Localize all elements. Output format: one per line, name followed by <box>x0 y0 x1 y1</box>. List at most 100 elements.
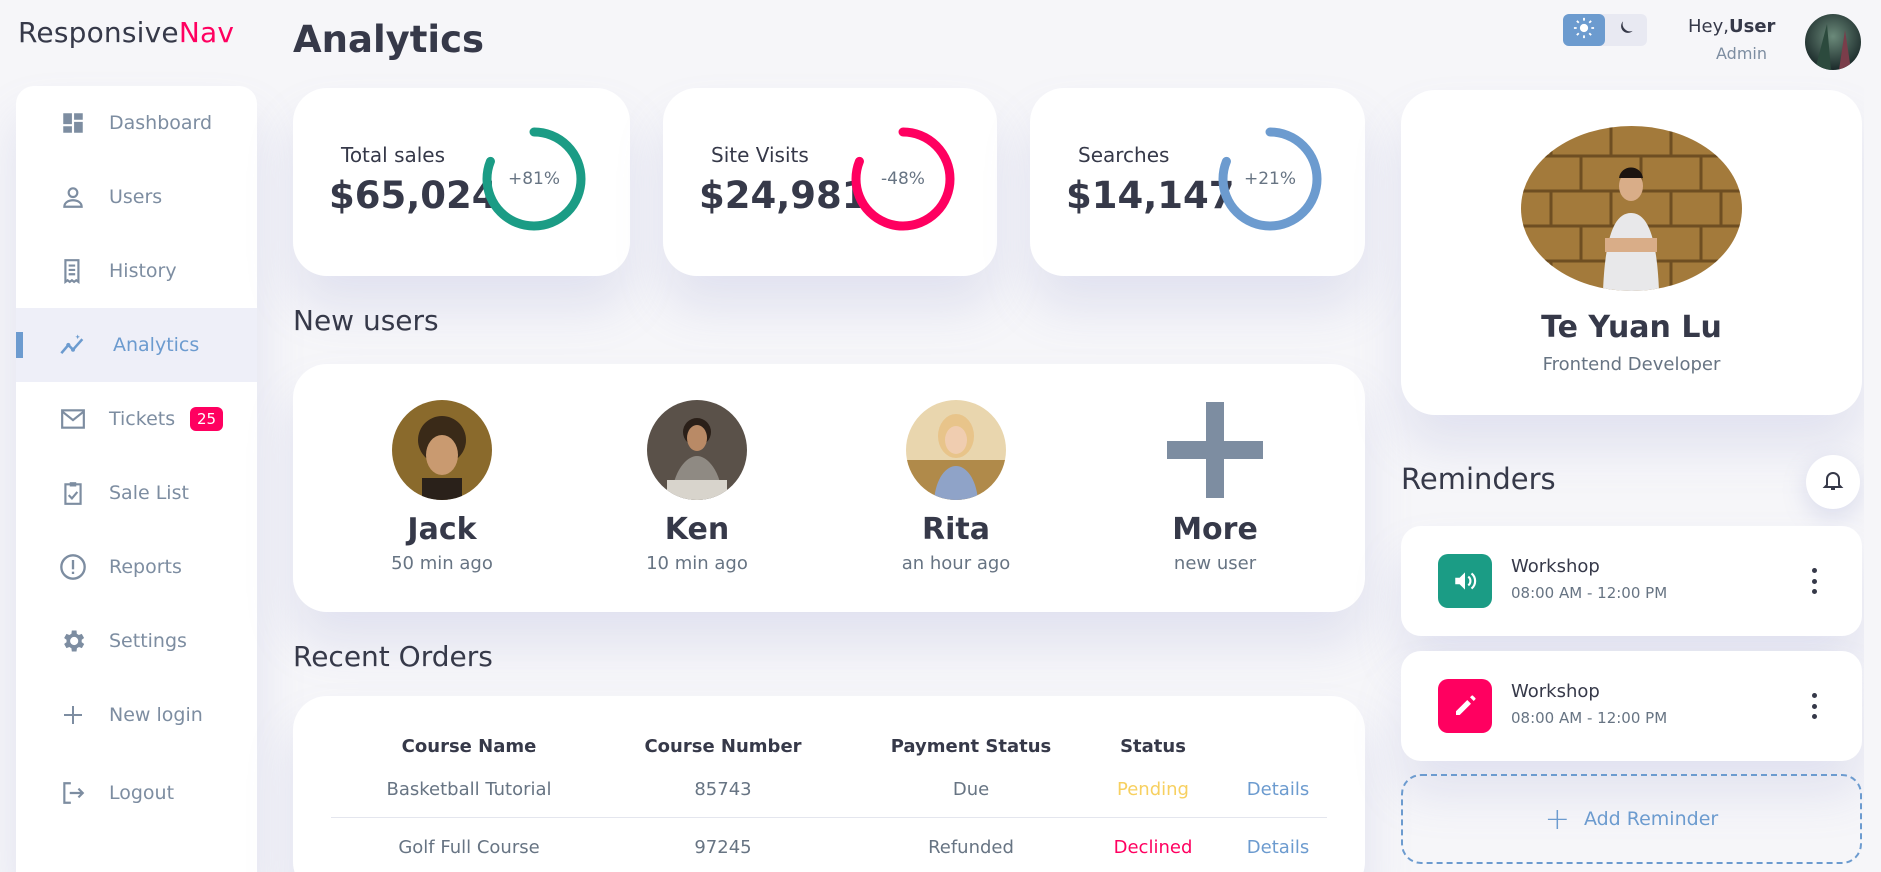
volume-icon <box>1438 554 1492 608</box>
user-time: an hour ago <box>901 553 1011 574</box>
gear-icon <box>58 626 88 656</box>
row-divider <box>331 817 1327 818</box>
brand-name-part2: Nav <box>178 16 235 49</box>
column-header: Payment Status <box>890 736 1052 757</box>
user-name: Ken <box>664 512 730 547</box>
reminders-title: Reminders <box>1401 462 1556 496</box>
status-badge: Pending <box>1117 779 1189 800</box>
sidebar-item-label: History <box>109 260 177 282</box>
sidebar-item-label: Logout <box>109 782 175 804</box>
add-reminder-label: Add Reminder <box>1583 808 1719 830</box>
user-role: Admin <box>1716 44 1767 63</box>
table-cell-course: Basketball Tutorial <box>386 779 552 800</box>
stat-label: Searches <box>1078 143 1170 167</box>
table-cell-payment: Due <box>952 779 990 800</box>
plus-icon <box>58 700 88 730</box>
stat-card-searches: Searches $14,147 +21% <box>1030 88 1365 276</box>
sidebar-item-analytics[interactable]: Analytics <box>16 308 257 382</box>
table-cell-number: 85743 <box>694 779 752 800</box>
table-cell-course: Golf Full Course <box>398 837 540 858</box>
details-link[interactable]: Details <box>1228 779 1328 800</box>
stat-card-site-visits: Site Visits $24,981 -48% <box>663 88 997 276</box>
stat-label: Total sales <box>341 143 446 167</box>
sidebar-item-history[interactable]: History <box>16 234 257 308</box>
reminder-time: 08:00 AM - 12:00 PM <box>1511 584 1668 602</box>
username: User <box>1728 16 1776 37</box>
stat-card-total-sales: Total sales $65,024 +81% <box>293 88 630 276</box>
sidebar-item-users[interactable]: Users <box>16 160 257 234</box>
column-header: Course Number <box>644 736 802 757</box>
notifications-button[interactable] <box>1806 455 1860 509</box>
stat-percent: -48% <box>881 169 925 189</box>
tickets-badge: 25 <box>190 407 224 431</box>
stat-label: Site Visits <box>711 143 809 167</box>
new-users-title: New users <box>293 304 439 337</box>
page-title: Analytics <box>293 18 485 61</box>
profile-card: Te Yuan Lu Frontend Developer <box>1401 90 1862 415</box>
stat-percent: +81% <box>507 169 561 189</box>
clipboard-check-icon <box>58 478 88 508</box>
greeting-text: Hey, <box>1688 16 1729 37</box>
sidebar-item-new-login[interactable]: New login <box>16 678 257 752</box>
sidebar-item-settings[interactable]: Settings <box>16 604 257 678</box>
more-vert-icon[interactable] <box>1804 689 1824 723</box>
add-reminder-button[interactable]: + Add Reminder <box>1401 774 1862 864</box>
bell-icon <box>1821 468 1845 496</box>
avatar <box>647 400 747 500</box>
details-link[interactable]: Details <box>1228 837 1328 858</box>
column-header: Status <box>1120 736 1186 757</box>
user-card-ken[interactable]: Ken 10 min ago <box>597 400 797 574</box>
user-name: Jack <box>407 512 477 547</box>
avatar[interactable] <box>1805 14 1861 70</box>
stat-progress-ring: +21% <box>1215 124 1325 234</box>
status-badge: Declined <box>1113 837 1193 858</box>
more-vert-icon[interactable] <box>1804 564 1824 598</box>
sidebar-item-logout[interactable]: Logout <box>16 756 257 830</box>
dashboard-icon <box>58 108 88 138</box>
stat-progress-ring: -48% <box>848 124 958 234</box>
table-cell-payment: Refunded <box>928 837 1014 858</box>
scrollbar[interactable] <box>1864 0 1881 872</box>
user-time: 10 min ago <box>646 553 748 574</box>
dark-mode-button[interactable] <box>1605 14 1647 46</box>
receipt-icon <box>58 256 88 286</box>
reminder-card[interactable]: Workshop 08:00 AM - 12:00 PM <box>1401 651 1862 761</box>
reminder-card[interactable]: Workshop 08:00 AM - 12:00 PM <box>1401 526 1862 636</box>
user-time: new user <box>1173 553 1257 574</box>
insights-icon <box>58 330 88 360</box>
reminder-time: 08:00 AM - 12:00 PM <box>1511 709 1668 727</box>
report-icon <box>58 552 88 582</box>
user-name: More <box>1172 512 1258 547</box>
user-card-rita[interactable]: Rita an hour ago <box>856 400 1056 574</box>
sidebar-item-dashboard[interactable]: Dashboard <box>16 86 257 160</box>
reminder-name: Workshop <box>1511 556 1600 577</box>
sidebar-item-label: New login <box>109 704 203 726</box>
moon-icon <box>1616 18 1636 42</box>
user-card-jack[interactable]: Jack 50 min ago <box>342 400 542 574</box>
user-card-more[interactable]: More new user <box>1115 400 1315 574</box>
stat-percent: +21% <box>1243 169 1297 189</box>
sidebar-item-tickets[interactable]: Tickets 25 <box>16 382 257 456</box>
greeting: Hey,User <box>1688 16 1775 37</box>
sidebar-item-label: Analytics <box>113 334 200 356</box>
stat-value: $14,147 <box>1066 174 1235 217</box>
light-mode-button[interactable] <box>1563 14 1605 46</box>
brand-name-part1: Responsive <box>18 16 179 49</box>
avatar <box>906 400 1006 500</box>
plus-icon <box>1165 400 1265 500</box>
profile-role: Frontend Developer <box>1542 354 1721 375</box>
sun-icon <box>1573 17 1595 43</box>
column-header: Course Name <box>401 736 537 757</box>
sidebar-item-reports[interactable]: Reports <box>16 530 257 604</box>
theme-toggle[interactable] <box>1563 14 1647 46</box>
sidebar-item-sale-list[interactable]: Sale List <box>16 456 257 530</box>
sidebar-item-label: Reports <box>109 556 182 578</box>
stat-value: $65,024 <box>329 174 498 217</box>
edit-icon <box>1438 679 1492 733</box>
mail-icon <box>58 404 88 434</box>
logout-icon <box>58 778 88 808</box>
brand-logo: ResponsiveNav <box>18 16 234 49</box>
recent-orders-title: Recent Orders <box>293 640 493 673</box>
user-name: Rita <box>922 512 990 547</box>
profile-photo <box>1521 126 1742 291</box>
